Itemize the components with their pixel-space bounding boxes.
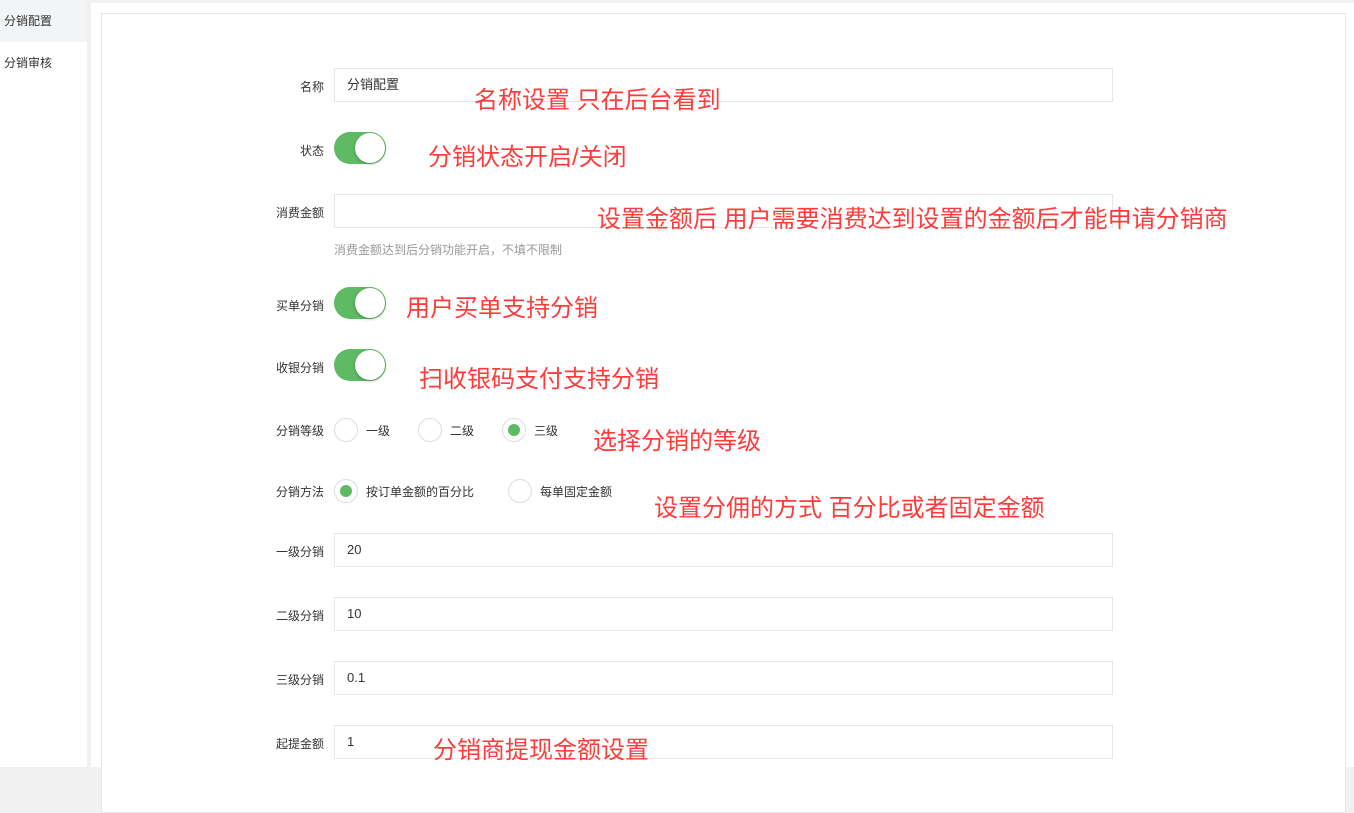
level3-input[interactable]: 0.1 bbox=[334, 661, 1113, 695]
level2-input[interactable]: 10 bbox=[334, 597, 1113, 631]
method-radio-fixed[interactable] bbox=[508, 479, 532, 503]
sidebar-item-review[interactable]: 分销审核 bbox=[0, 42, 87, 84]
annotation-name: 名称设置 只在后台看到 bbox=[474, 87, 721, 114]
amount-label: 消费金额 bbox=[275, 206, 324, 220]
name-input[interactable]: 分销配置 bbox=[334, 68, 1113, 102]
level-radio-3[interactable] bbox=[502, 418, 526, 442]
main-panel bbox=[91, 3, 1354, 813]
toggle-knob bbox=[355, 288, 385, 318]
withdraw-label: 起提金额 bbox=[275, 737, 324, 751]
buy-toggle[interactable] bbox=[334, 287, 386, 319]
level2-label: 二级分销 bbox=[275, 609, 324, 623]
toggle-knob bbox=[355, 133, 385, 163]
sidebar: 分销配置 分销审核 bbox=[0, 0, 87, 767]
level1-input[interactable]: 20 bbox=[334, 533, 1113, 567]
annotation-method: 设置分佣的方式 百分比或者固定金额 bbox=[654, 495, 1045, 522]
annotation-status: 分销状态开启/关闭 bbox=[428, 144, 627, 171]
level-option-1[interactable]: 一级 bbox=[366, 422, 390, 439]
sidebar-item-config[interactable]: 分销配置 bbox=[0, 0, 87, 42]
method-option-percent[interactable]: 按订单金额的百分比 bbox=[366, 483, 474, 500]
level-label: 分销等级 bbox=[275, 424, 324, 438]
annotation-amount: 设置金额后 用户需要消费达到设置的金额后才能申请分销商 bbox=[597, 206, 1228, 233]
cashier-label: 收银分销 bbox=[275, 361, 324, 375]
status-label: 状态 bbox=[299, 144, 324, 158]
method-option-fixed[interactable]: 每单固定金额 bbox=[540, 483, 612, 500]
annotation-level: 选择分销的等级 bbox=[593, 428, 761, 455]
method-radio-percent[interactable] bbox=[334, 479, 358, 503]
annotation-buy: 用户买单支持分销 bbox=[406, 295, 598, 322]
toggle-knob bbox=[355, 350, 385, 380]
annotation-withdraw: 分销商提现金额设置 bbox=[433, 737, 649, 764]
level-radio-2[interactable] bbox=[418, 418, 442, 442]
level3-label: 三级分销 bbox=[275, 673, 324, 687]
level-option-3[interactable]: 三级 bbox=[534, 422, 558, 439]
name-label: 名称 bbox=[299, 80, 324, 94]
status-toggle[interactable] bbox=[334, 132, 386, 164]
annotation-cashier: 扫收银码支付支持分销 bbox=[419, 366, 659, 393]
method-label: 分销方法 bbox=[275, 485, 324, 499]
level1-label: 一级分销 bbox=[275, 545, 324, 559]
buy-label: 买单分销 bbox=[275, 299, 324, 313]
amount-help: 消费金额达到后分销功能开启，不填不限制 bbox=[334, 243, 563, 257]
level-option-2[interactable]: 二级 bbox=[450, 422, 474, 439]
level-radio-1[interactable] bbox=[334, 418, 358, 442]
cashier-toggle[interactable] bbox=[334, 349, 386, 381]
